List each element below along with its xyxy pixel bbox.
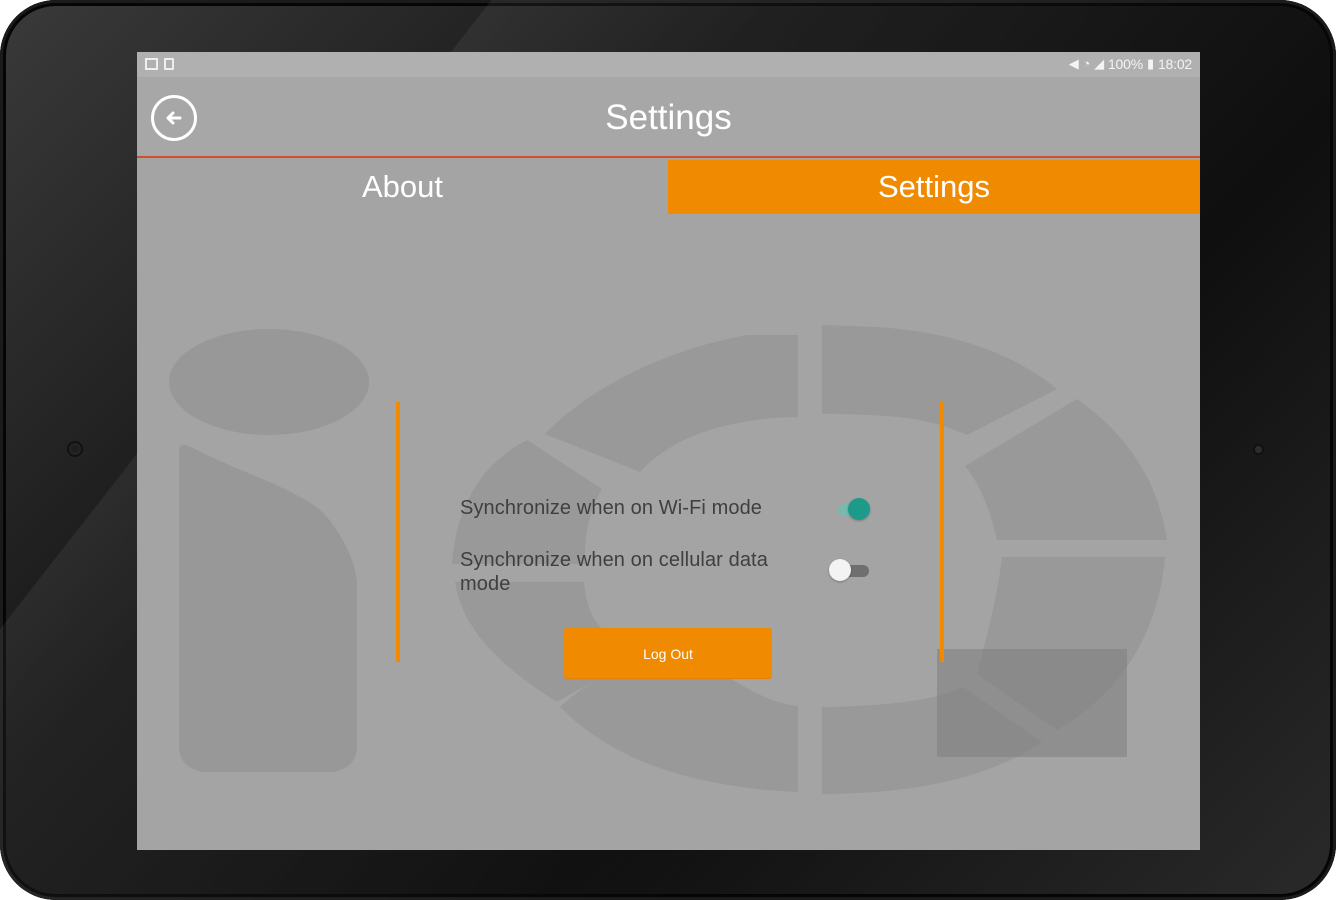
- app-screen: ◀ ◔ ◢ 100% ▮ 18:02 Settings About Settin…: [137, 52, 1200, 850]
- page-title: Settings: [605, 98, 732, 137]
- logout-button[interactable]: Log Out: [564, 628, 772, 679]
- tablet-device-frame: ◀ ◔ ◢ 100% ▮ 18:02 Settings About Settin…: [0, 0, 1336, 900]
- status-bar: ◀ ◔ ◢ 100% ▮ 18:02: [137, 52, 1200, 77]
- status-right: ◀ ◔ ◢ 100% ▮ 18:02: [1068, 56, 1193, 72]
- cellular-sync-label: Synchronize when on cellular data mode: [460, 549, 768, 595]
- image-icon: [145, 58, 158, 70]
- signal-icon: ◢: [1094, 56, 1104, 71]
- sdcard-icon: [164, 58, 174, 70]
- battery-icon: ▮: [1146, 56, 1154, 71]
- battery-text: 100%: [1107, 56, 1143, 72]
- tab-settings[interactable]: Settings: [668, 160, 1200, 214]
- cellular-sync-toggle[interactable]: [829, 558, 869, 584]
- wifi-toggle-thumb: [848, 498, 870, 520]
- app-header: Settings: [137, 77, 1200, 158]
- panel-right-divider: [940, 402, 944, 662]
- status-time: 18:02: [1157, 56, 1192, 72]
- tab-bar: About Settings: [137, 160, 1200, 214]
- wifi-icon: ◔: [1082, 56, 1091, 71]
- front-camera-icon: [69, 443, 81, 455]
- cellular-toggle-thumb: [829, 559, 851, 581]
- settings-panel: Synchronize when on Wi-Fi mode Synchroni…: [396, 402, 944, 679]
- wifi-sync-label: Synchronize when on Wi-Fi mode: [460, 497, 763, 519]
- status-left-icons: [145, 58, 174, 70]
- mute-icon: ◀: [1068, 56, 1079, 71]
- wifi-sync-toggle[interactable]: [836, 497, 876, 523]
- tab-about[interactable]: About: [137, 160, 668, 214]
- proximity-sensor-icon: [1255, 446, 1262, 453]
- panel-left-divider: [396, 402, 400, 662]
